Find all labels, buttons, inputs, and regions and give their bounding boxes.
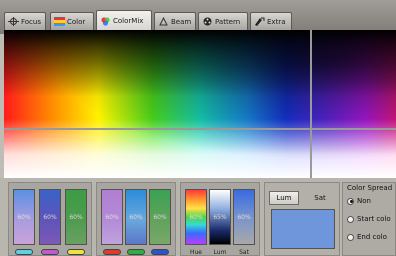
color-spread-group: Color Spread Non Start colo End colo [342, 182, 396, 256]
color-picker-field[interactable] [4, 30, 396, 178]
tab-color[interactable]: Color [50, 12, 94, 30]
radio-start-color[interactable]: Start colo [347, 215, 391, 223]
pattern-icon [202, 17, 213, 26]
tab-label: Focus [21, 17, 41, 26]
mixer-fader[interactable]: 60% [39, 189, 61, 245]
color-dot-red [103, 249, 121, 255]
fader-value: 65% [213, 214, 227, 221]
lum-label: Lum [213, 249, 227, 256]
mixer-group-1: 60% 60% 60% [8, 182, 92, 256]
fader-value: 60% [105, 214, 119, 221]
fader-value: 60% [237, 214, 251, 221]
radio-button[interactable] [347, 233, 354, 241]
color-dot-blue [151, 249, 169, 255]
radio-button[interactable] [347, 215, 354, 223]
tab-label: Extra [267, 17, 286, 26]
color-bars-icon [54, 17, 65, 26]
tab-bar: Focus Color ColorMix Beam Pattern Extra [0, 0, 396, 34]
mixer-panel: 60% 60% 60% 60% 60% 60% 60% 65% 60% Hue … [0, 178, 396, 256]
fader-value: 60% [153, 214, 167, 221]
crosshair-icon [8, 17, 19, 26]
radio-label: End colo [357, 233, 387, 241]
mixer-fader[interactable]: 60% [125, 189, 147, 245]
beam-icon [158, 16, 169, 26]
color-wheel-icon [100, 16, 111, 26]
sat-button[interactable]: Sat [305, 191, 335, 205]
radio-label: Non [357, 197, 371, 205]
crosshair-horizontal-line[interactable] [4, 128, 396, 130]
hue-fader[interactable]: 60% [185, 189, 207, 245]
app-window: Focus Color ColorMix Beam Pattern Extra … [0, 0, 396, 256]
mixer-fader[interactable]: 60% [65, 189, 87, 245]
color-preview [271, 209, 335, 249]
shade-overlay [4, 30, 396, 178]
hls-group: 60% 65% 60% Hue Lum Sat [180, 182, 260, 256]
lum-fader[interactable]: 65% [209, 189, 231, 245]
crosshair-vertical-line[interactable] [310, 30, 312, 178]
extra-icon [254, 17, 265, 26]
color-dot-yellow [67, 249, 85, 255]
sat-fader[interactable]: 60% [233, 189, 255, 245]
radio-end-color[interactable]: End colo [347, 233, 387, 241]
radio-non[interactable]: Non [347, 197, 371, 205]
tab-label: Beam [171, 17, 192, 26]
lum-sat-box: Lum Sat [264, 182, 340, 256]
fader-value: 60% [189, 214, 203, 221]
mixer-fader[interactable]: 60% [101, 189, 123, 245]
color-dot-green [127, 249, 145, 255]
color-spread-title: Color Spread [347, 184, 393, 192]
fader-value: 60% [17, 214, 31, 221]
fader-value: 60% [69, 214, 83, 221]
tab-label: Color [67, 17, 86, 26]
radio-label: Start colo [357, 215, 391, 223]
color-dot-magenta [41, 249, 59, 255]
lum-button[interactable]: Lum [269, 191, 299, 205]
tab-extra[interactable]: Extra [250, 12, 292, 30]
tab-beam[interactable]: Beam [154, 12, 196, 30]
radio-button[interactable] [347, 197, 354, 205]
sat-label: Sat [239, 249, 249, 256]
hue-label: Hue [189, 249, 202, 256]
fader-value: 60% [43, 214, 57, 221]
mixer-fader[interactable]: 60% [149, 189, 171, 245]
tab-label: Pattern [215, 17, 241, 26]
tab-label: ColorMix [113, 17, 144, 25]
tab-focus[interactable]: Focus [4, 12, 46, 30]
color-dot-cyan [15, 249, 33, 255]
mixer-fader[interactable]: 60% [13, 189, 35, 245]
fader-value: 60% [129, 214, 143, 221]
tab-colormix[interactable]: ColorMix [96, 10, 152, 31]
mixer-group-2: 60% 60% 60% [96, 182, 176, 256]
tab-pattern[interactable]: Pattern [198, 12, 248, 30]
